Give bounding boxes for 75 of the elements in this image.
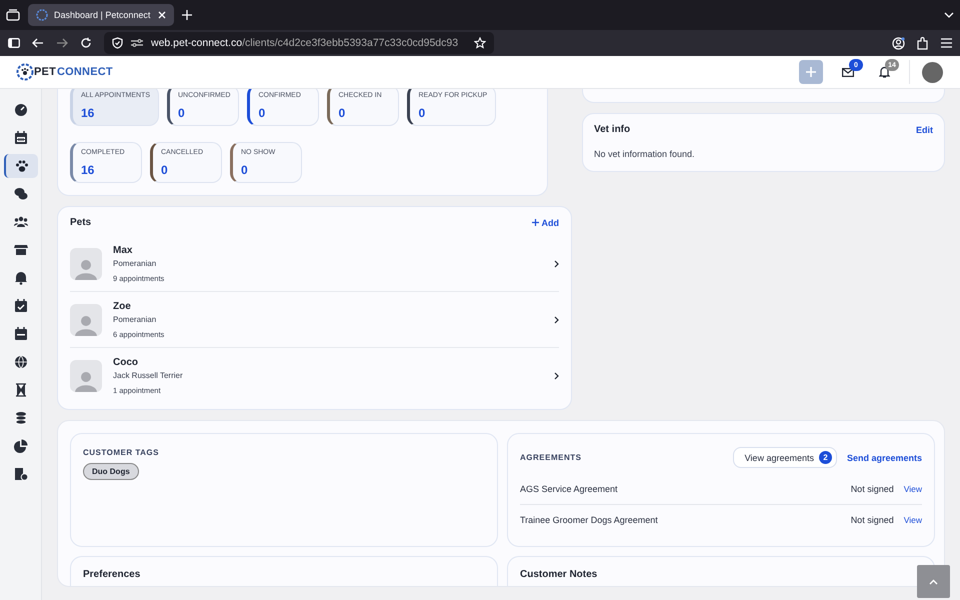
bookmark-star-icon[interactable] bbox=[474, 37, 486, 49]
send-agreements-link[interactable]: Send agreements bbox=[846, 452, 922, 462]
menu-icon[interactable] bbox=[941, 38, 952, 48]
globe-icon bbox=[14, 355, 28, 369]
address-bar[interactable]: web.pet-connect.co/clients/c4d2ce3f3ebb5393a77c33c0cd95dc93 bbox=[104, 32, 494, 54]
agreements-title: AGREEMENTS bbox=[520, 453, 582, 462]
customer-tags-title: CUSTOMER TAGS bbox=[83, 448, 160, 457]
reload-icon[interactable] bbox=[80, 37, 92, 49]
chevron-right-icon bbox=[554, 316, 559, 324]
calendar-icon bbox=[14, 327, 28, 341]
view-agreements-button[interactable]: View agreements 2 bbox=[732, 447, 837, 468]
people-icon bbox=[14, 215, 28, 229]
pet-breed: Pomeranian bbox=[113, 315, 158, 324]
status-count: 0 bbox=[178, 106, 186, 120]
agreement-name: Trainee Groomer Dogs Agreement bbox=[520, 515, 659, 525]
status-count: 0 bbox=[161, 163, 169, 177]
agreement-status: Not signed bbox=[850, 484, 894, 494]
status-count: 0 bbox=[258, 106, 266, 120]
store-icon bbox=[14, 243, 28, 257]
hourglass-icon bbox=[14, 383, 28, 397]
extensions-icon[interactable] bbox=[917, 36, 929, 50]
pie-chart-icon bbox=[14, 439, 28, 453]
chevron-down-icon[interactable] bbox=[944, 12, 954, 18]
customer-notes-title: Customer Notes bbox=[520, 569, 598, 580]
tab-list-icon[interactable] bbox=[6, 9, 20, 21]
gauge-icon bbox=[14, 103, 28, 117]
customer-tag: Duo Dogs bbox=[83, 463, 139, 480]
pet-breed: Pomeranian bbox=[113, 259, 158, 268]
pets-title: Pets bbox=[70, 217, 92, 228]
account-icon[interactable] bbox=[892, 36, 905, 50]
pet-name: Zoe bbox=[113, 301, 132, 312]
back-icon[interactable] bbox=[32, 38, 44, 48]
vet-info-title: Vet info bbox=[594, 124, 630, 135]
sidebar-icon[interactable] bbox=[8, 38, 20, 48]
pet-name: Coco bbox=[113, 357, 139, 368]
chevron-up-icon bbox=[929, 578, 938, 584]
avatar[interactable] bbox=[922, 62, 943, 82]
site-settings-icon[interactable] bbox=[131, 38, 143, 48]
preferences-title: Preferences bbox=[83, 569, 142, 580]
bell-icon[interactable] bbox=[878, 66, 890, 78]
empty-message: No vet information found. bbox=[594, 149, 696, 159]
calendar-check-icon bbox=[14, 299, 28, 313]
sidebar-item[interactable] bbox=[4, 154, 38, 178]
chevron-right-icon bbox=[554, 260, 559, 268]
chat-icon bbox=[14, 187, 28, 201]
logo-text: PETCONNECT bbox=[34, 66, 113, 78]
coins-icon bbox=[14, 411, 28, 425]
calendar-icon bbox=[14, 131, 28, 145]
bell-icon bbox=[14, 271, 28, 285]
logo-icon bbox=[36, 9, 48, 21]
agreement-name: AGS Service Agreement bbox=[520, 484, 619, 494]
status-count: 16 bbox=[81, 106, 96, 120]
status-count: 0 bbox=[338, 106, 346, 120]
add-pet-link[interactable]: Add bbox=[532, 218, 559, 228]
agreement-count-badge: 2 bbox=[818, 451, 832, 464]
shield-icon[interactable] bbox=[112, 37, 123, 49]
paw-icon bbox=[14, 159, 28, 173]
close-icon[interactable] bbox=[158, 11, 166, 19]
new-tab-icon[interactable] bbox=[182, 10, 192, 20]
plus-icon bbox=[532, 219, 538, 226]
status-count: 0 bbox=[418, 106, 426, 120]
view-agreement-link[interactable]: View bbox=[904, 515, 922, 525]
agreement-status: Not signed bbox=[850, 515, 894, 525]
browser-tab[interactable]: Dashboard | Petconnect bbox=[28, 4, 174, 26]
chevron-right-icon bbox=[554, 372, 559, 380]
mail-icon[interactable] bbox=[842, 68, 854, 76]
status-count: 0 bbox=[241, 163, 249, 177]
logo-icon bbox=[16, 63, 34, 81]
forward-icon[interactable] bbox=[56, 38, 68, 48]
plus-icon bbox=[806, 67, 816, 77]
view-agreement-link[interactable]: View bbox=[904, 484, 922, 494]
edit-link[interactable]: Edit bbox=[916, 124, 933, 134]
pet-breed: Jack Russell Terrier bbox=[113, 371, 184, 380]
pet-name: Max bbox=[113, 245, 134, 256]
status-count: 16 bbox=[81, 163, 96, 177]
